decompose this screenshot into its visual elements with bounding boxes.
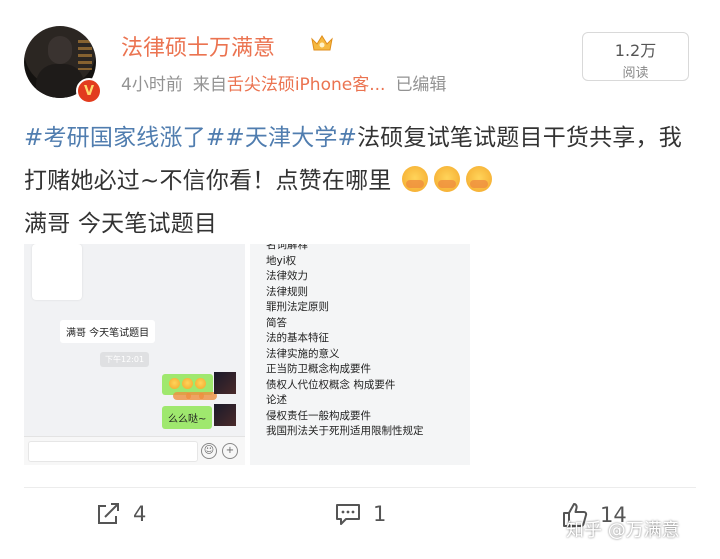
notes-line: 法的基本特征 xyxy=(266,332,329,344)
notes-line: 简答 xyxy=(266,316,287,329)
notes-line: 地yi权 xyxy=(266,254,297,267)
grin-emoji-icon xyxy=(402,166,428,192)
post-image-chat[interactable]: 满哥 今天笔试题目 下午12:01 么么哒~ ☺ + xyxy=(24,244,245,465)
notes-line: 名词解释 xyxy=(266,244,308,251)
topic-link[interactable]: #考研国家线涨了# xyxy=(24,125,225,151)
notes-line: 法律规则 xyxy=(266,285,308,298)
verified-badge-icon: V xyxy=(76,78,102,104)
chat-file-card xyxy=(32,244,82,300)
post-image-notes[interactable]: 名词解释 地yi权 法律效力 法律规则 罪刑法定原则 简答 法的基本特征 法律实… xyxy=(250,244,470,465)
post-meta: 4小时前 来自舌尖法硕iPhone客... 已编辑 xyxy=(121,70,456,95)
chat-input-bar: ☺ + xyxy=(24,436,245,465)
post-text: #考研国家线涨了##天津大学#法硕复试笔试题目干货共享，我打赌她必过~不信你看！… xyxy=(24,117,704,246)
read-count-box: 1.2万 阅读 xyxy=(582,32,689,81)
avatar-background-lights xyxy=(78,40,92,70)
comment-count: 1 xyxy=(373,502,387,526)
grin-emoji-icon xyxy=(466,166,492,192)
post-body-line2: 满哥 今天笔试题目 xyxy=(24,211,218,237)
crown-vip-icon[interactable] xyxy=(310,33,334,53)
chat-avatar xyxy=(214,404,236,426)
notes-line: 论述 xyxy=(266,394,287,406)
smile-emoji-icon xyxy=(169,378,191,400)
notes-line: 法律效力 xyxy=(266,270,308,282)
notes-line: 罪刑法定原则 xyxy=(266,301,329,313)
smile-emoji-icon xyxy=(182,378,204,400)
watermark-text: 知乎 @万满意 xyxy=(566,520,680,541)
source-link[interactable]: 舌尖法硕iPhone客... xyxy=(227,75,386,95)
chat-bubble-sent: 么么哒~ xyxy=(162,406,213,429)
share-button[interactable]: 4 xyxy=(95,502,146,526)
divider xyxy=(24,487,696,488)
edited-label[interactable]: 已编辑 xyxy=(395,75,446,95)
chat-avatar xyxy=(214,372,236,394)
notes-line: 债权人代位权概念 构成要件 xyxy=(266,378,396,391)
username[interactable]: 法律硕士万满意 xyxy=(121,30,275,62)
emoji-face-icon: ☺ xyxy=(201,443,217,459)
source-prefix: 来自 xyxy=(192,75,227,95)
avatar-head xyxy=(48,36,72,64)
notes-list: 名词解释 地yi权 法律效力 法律规则 罪刑法定原则 简答 法的基本特征 法律实… xyxy=(266,244,424,440)
notes-line: 法律实施的意义 xyxy=(266,347,340,360)
read-label: 阅读 xyxy=(622,66,649,81)
notes-line: 侵权责任一般构成要件 xyxy=(266,409,371,422)
chat-bubble-received: 满哥 今天笔试题目 xyxy=(60,320,156,343)
notes-line: 我国刑法关于死刑适用限制性规定 xyxy=(266,425,424,437)
read-count: 1.2万 xyxy=(614,41,657,60)
post-time: 4小时前 xyxy=(121,75,183,95)
share-icon xyxy=(98,503,119,524)
notes-line: 正当防卫概念构成要件 xyxy=(266,363,371,375)
comment-button[interactable]: 1 xyxy=(335,502,386,526)
share-count: 4 xyxy=(133,502,147,526)
chat-bubble-emoji xyxy=(162,374,217,400)
grin-emoji-icon xyxy=(434,166,460,192)
plus-icon: + xyxy=(222,443,238,459)
smile-emoji-icon xyxy=(195,378,217,400)
chat-input-field xyxy=(28,441,198,462)
topic-link[interactable]: #天津大学# xyxy=(225,125,357,151)
chat-timestamp: 下午12:01 xyxy=(100,352,150,367)
comment-icon xyxy=(336,504,360,525)
